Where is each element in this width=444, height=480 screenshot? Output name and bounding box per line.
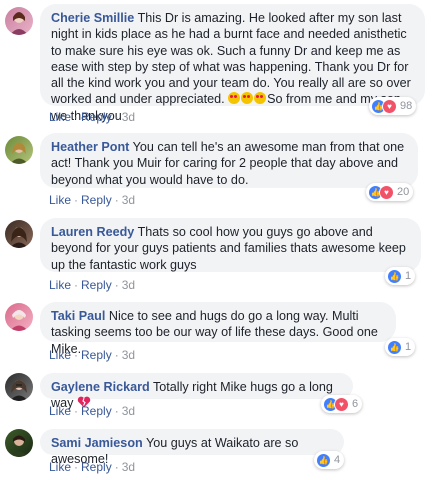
- like-link[interactable]: Like: [49, 460, 71, 474]
- timestamp[interactable]: 3d: [122, 348, 135, 362]
- reply-link[interactable]: Reply: [81, 404, 112, 418]
- reaction-count: 1: [405, 270, 412, 282]
- comment-actions: Like · Reply · 3d: [49, 110, 135, 124]
- avatar[interactable]: [5, 136, 33, 164]
- separator: ·: [74, 278, 79, 292]
- reaction-summary[interactable]: 👍 ♥ 20: [366, 183, 414, 201]
- like-reaction-icon: 👍: [316, 452, 331, 468]
- comment-actions: Like · Reply · 3d: [49, 404, 135, 418]
- comment-author[interactable]: Heather Pont: [51, 140, 129, 154]
- separator: ·: [114, 460, 119, 474]
- comment-bubble: Heather Pont You can tell he's an awesom…: [40, 133, 418, 188]
- emoji-icons: [228, 92, 267, 106]
- separator: ·: [114, 278, 119, 292]
- reply-link[interactable]: Reply: [81, 348, 112, 362]
- separator: ·: [74, 193, 79, 207]
- separator: ·: [74, 110, 79, 124]
- comment-author[interactable]: Gaylene Rickard: [51, 380, 150, 394]
- avatar[interactable]: [5, 373, 33, 401]
- smiling-heart-eyes-emoji-icon: [241, 92, 254, 105]
- separator: ·: [114, 404, 119, 418]
- separator: ·: [114, 110, 119, 124]
- like-link[interactable]: Like: [49, 110, 71, 124]
- timestamp[interactable]: 3d: [122, 404, 135, 418]
- comment-bubble: Gaylene Rickard Totally right Mike hugs …: [40, 373, 353, 410]
- reaction-count: 4: [334, 454, 341, 466]
- like-link[interactable]: Like: [49, 404, 71, 418]
- love-reaction-icon: ♥: [379, 184, 394, 200]
- separator: ·: [74, 460, 79, 474]
- avatar[interactable]: [5, 429, 33, 457]
- comment-author[interactable]: Cherie Smillie: [51, 11, 134, 25]
- reaction-summary[interactable]: 👍 ♥ 98: [369, 97, 417, 115]
- reaction-summary[interactable]: 👍 4: [314, 451, 345, 469]
- like-link[interactable]: Like: [49, 348, 71, 362]
- smiling-heart-eyes-emoji-icon: [254, 92, 267, 105]
- reaction-summary[interactable]: 👍 ♥ 6: [321, 395, 363, 413]
- timestamp[interactable]: 3d: [122, 460, 135, 474]
- separator: ·: [114, 193, 119, 207]
- avatar[interactable]: [5, 303, 33, 331]
- separator: ·: [74, 348, 79, 362]
- comment-actions: Like · Reply · 3d: [49, 460, 135, 474]
- comment-bubble: Lauren Reedy Thats so cool how you guys …: [40, 218, 421, 272]
- comment-bubble: Cherie Smillie This Dr is amazing. He lo…: [40, 4, 425, 123]
- reply-link[interactable]: Reply: [81, 278, 112, 292]
- reaction-count: 1: [405, 341, 412, 353]
- like-reaction-icon: 👍: [387, 339, 402, 355]
- separator: ·: [74, 404, 79, 418]
- smiling-heart-eyes-emoji-icon: [228, 92, 241, 105]
- comment-author[interactable]: Sami Jamieson: [51, 436, 143, 450]
- timestamp[interactable]: 3d: [122, 193, 135, 207]
- avatar[interactable]: [5, 220, 33, 248]
- timestamp[interactable]: 3d: [122, 278, 135, 292]
- comment-actions: Like · Reply · 3d: [49, 193, 135, 207]
- reply-link[interactable]: Reply: [81, 460, 112, 474]
- reaction-count: 98: [400, 100, 413, 112]
- love-reaction-icon: ♥: [334, 396, 349, 412]
- comment-actions: Like · Reply · 3d: [49, 278, 135, 292]
- avatar[interactable]: [5, 7, 33, 35]
- like-link[interactable]: Like: [49, 193, 71, 207]
- comment-author[interactable]: Taki Paul: [51, 309, 105, 323]
- comment-bubble: Sami Jamieson You guys at Waikato are so…: [40, 429, 344, 466]
- reply-link[interactable]: Reply: [81, 110, 112, 124]
- like-link[interactable]: Like: [49, 278, 71, 292]
- comment-author[interactable]: Lauren Reedy: [51, 225, 134, 239]
- reply-link[interactable]: Reply: [81, 193, 112, 207]
- like-reaction-icon: 👍: [387, 268, 402, 284]
- reaction-count: 6: [352, 398, 359, 410]
- separator: ·: [114, 348, 119, 362]
- comment-actions: Like · Reply · 3d: [49, 348, 135, 362]
- reaction-summary[interactable]: 👍 1: [385, 267, 416, 285]
- timestamp[interactable]: 3d: [122, 110, 135, 124]
- love-reaction-icon: ♥: [382, 98, 397, 114]
- comment-bubble: Taki Paul Nice to see and hugs do go a l…: [40, 302, 396, 356]
- reaction-summary[interactable]: 👍 1: [385, 338, 416, 356]
- reaction-count: 20: [397, 186, 410, 198]
- comment-thread: Cherie Smillie This Dr is amazing. He lo…: [0, 0, 444, 480]
